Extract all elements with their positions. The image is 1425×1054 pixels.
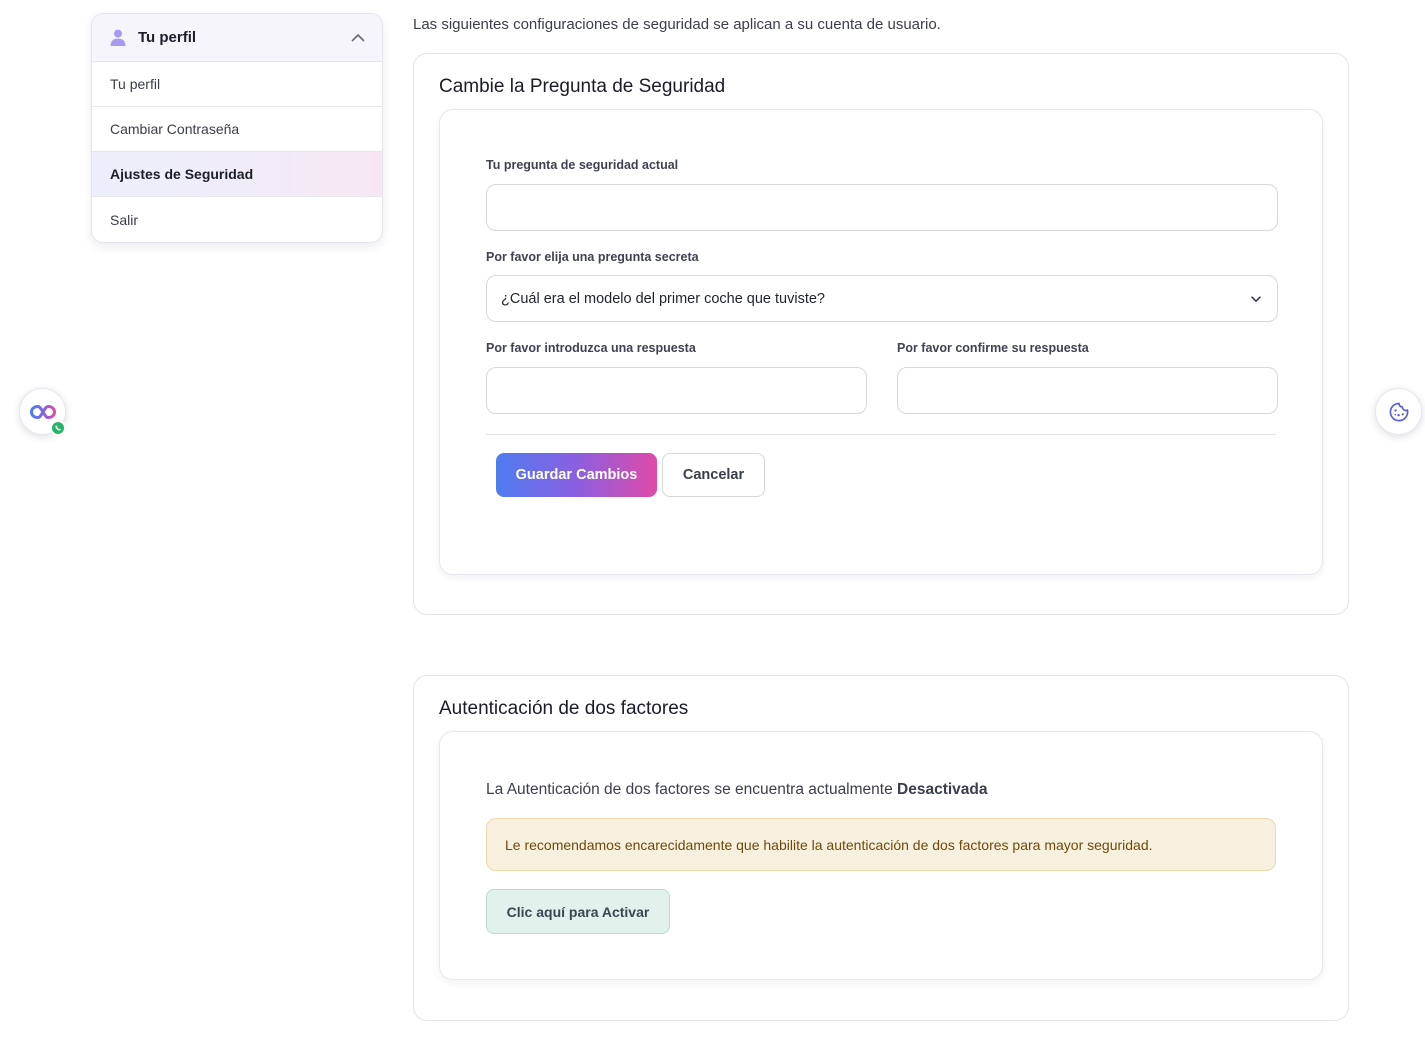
cancel-button[interactable]: Cancelar [662,453,765,497]
current-question-label: Tu pregunta de seguridad actual [486,158,679,172]
two-factor-status-prefix: La Autenticación de dos factores se encu… [486,781,893,798]
sidebar-item-salir[interactable]: Salir [92,197,382,242]
secret-question-select[interactable]: ¿Cuál era el modelo del primer coche que… [486,275,1278,322]
page: Tu perfil Tu perfil Cambiar Contraseña A… [0,0,1425,1054]
whatsapp-icon [50,420,66,436]
sidebar-item-label: Tu perfil [110,76,161,92]
current-question-input[interactable] [486,184,1278,231]
two-factor-title: Autenticación de dos factores [439,698,689,719]
security-question-form: Tu pregunta de seguridad actual Por favo… [439,109,1323,575]
secret-question-label: Por favor elija una pregunta secreta [486,250,699,264]
answer-label: Por favor introduzca una respuesta [486,341,696,355]
two-factor-warning-alert: Le recomendamos encarecidamente que habi… [486,818,1276,871]
secret-question-selected: ¿Cuál era el modelo del primer coche que… [501,290,825,307]
sidebar-header-label: Tu perfil [138,29,197,46]
confirm-answer-label: Por favor confirme su respuesta [897,341,1089,355]
two-factor-status: La Autenticación de dos factores se encu… [486,781,988,799]
security-question-title: Cambie la Pregunta de Seguridad [439,76,726,97]
answer-input[interactable] [486,367,867,414]
form-divider [486,434,1276,435]
sidebar-header-toggle[interactable]: Tu perfil [92,14,382,62]
chevron-down-icon [1249,292,1263,306]
sidebar-item-ajustes-seguridad[interactable]: Ajustes de Seguridad [92,152,382,197]
two-factor-status-value: Desactivada [897,781,988,798]
cookie-icon [1388,401,1410,423]
sidebar-item-label: Cambiar Contraseña [110,121,240,137]
activate-two-factor-button[interactable]: Clic aquí para Activar [486,889,670,934]
sidebar-item-tu-perfil[interactable]: Tu perfil [92,62,382,107]
save-changes-button[interactable]: Guardar Cambios [496,453,657,497]
sidebar-item-cambiar-contrasena[interactable]: Cambiar Contraseña [92,107,382,152]
chat-widget-button[interactable] [19,388,66,436]
two-factor-warning-text: Le recomendamos encarecidamente que habi… [505,836,1153,853]
cookie-settings-button[interactable] [1375,388,1422,435]
security-question-card: Cambie la Pregunta de Seguridad Tu pregu… [413,53,1349,615]
confirm-answer-input[interactable] [897,367,1278,414]
sidebar-item-label: Ajustes de Seguridad [110,166,254,182]
intro-text: Las siguientes configuraciones de seguri… [413,16,941,33]
profile-sidebar: Tu perfil Tu perfil Cambiar Contraseña A… [91,13,383,243]
chevron-up-icon[interactable] [350,30,366,46]
chat-loop-icon [29,402,57,422]
two-factor-panel: La Autenticación de dos factores se encu… [439,731,1323,980]
two-factor-card: Autenticación de dos factores La Autenti… [413,675,1349,1021]
sidebar-item-label: Salir [110,211,139,228]
user-icon [110,29,126,46]
